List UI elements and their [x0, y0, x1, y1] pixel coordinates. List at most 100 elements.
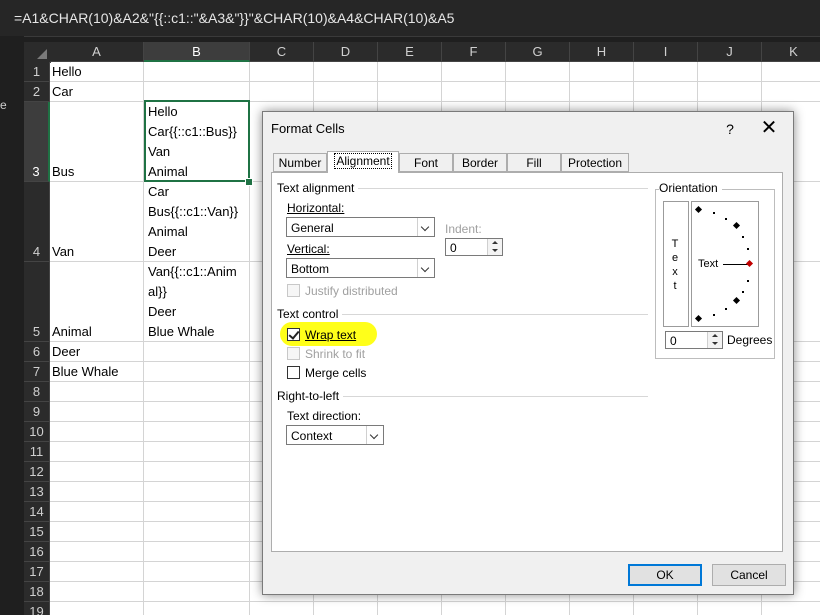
right-to-left-heading: Right-to-left — [277, 389, 344, 403]
row-header-8[interactable]: 8 — [24, 382, 50, 402]
column-header-d[interactable]: D — [314, 42, 378, 62]
dial-dot — [742, 236, 744, 238]
row-header-2[interactable]: 2 — [24, 82, 50, 102]
vertical-text-toggle[interactable]: T e x t — [663, 201, 689, 327]
row-header-1[interactable]: 1 — [24, 62, 50, 82]
wrap-text-label[interactable]: Wrap text — [305, 328, 356, 342]
cell-a7[interactable]: Blue Whale — [52, 362, 118, 382]
active-cell-border — [144, 100, 250, 182]
tab-font[interactable]: Font — [399, 153, 453, 172]
cell-a5[interactable]: Animal — [52, 322, 92, 342]
row-header-14[interactable]: 14 — [24, 502, 50, 522]
degrees-label: Degrees — [727, 333, 773, 347]
cell-b4[interactable]: Car Bus{{::c1::Van}} Animal Deer — [148, 182, 248, 262]
cell-a1[interactable]: Hello — [52, 62, 82, 82]
indent-stepper[interactable]: 0 — [445, 238, 503, 256]
row-header-15[interactable]: 15 — [24, 522, 50, 542]
row-header-17[interactable]: 17 — [24, 562, 50, 582]
cell-b5-line: Blue Whale — [148, 324, 215, 339]
column-header-c[interactable]: C — [250, 42, 314, 62]
text-direction-select[interactable]: Context — [286, 425, 384, 445]
shrink-to-fit-label: Shrink to fit — [305, 347, 366, 361]
cell-b5-line: Deer — [148, 304, 177, 319]
shrink-to-fit-checkbox[interactable] — [287, 347, 300, 360]
column-header-k[interactable]: K — [762, 42, 820, 62]
text-alignment-heading: Text alignment — [277, 181, 359, 195]
column-header-b[interactable]: B — [144, 42, 250, 62]
dialog-title: Format Cells — [271, 121, 345, 136]
row-header-16[interactable]: 16 — [24, 542, 50, 562]
tab-number[interactable]: Number — [273, 153, 327, 172]
chevron-down-icon[interactable] — [417, 218, 434, 236]
dial-text: Text — [698, 258, 719, 270]
horizontal-select[interactable]: General — [286, 217, 435, 237]
degrees-stepper[interactable]: 0 — [665, 331, 723, 349]
dial-dot — [713, 212, 715, 214]
chevron-down-icon[interactable] — [417, 259, 434, 277]
text-direction-label: Text direction: — [287, 409, 362, 423]
row-header-18[interactable]: 18 — [24, 582, 50, 602]
cell-a6[interactable]: Deer — [52, 342, 80, 362]
justify-distributed-checkbox[interactable] — [287, 284, 300, 297]
chevron-down-icon[interactable] — [366, 426, 383, 444]
horizontal-label: Horizontal: — [287, 201, 345, 215]
dial-handle[interactable] — [745, 259, 754, 268]
row-header-5[interactable]: 5 — [24, 262, 50, 342]
spin-down-icon[interactable] — [707, 340, 722, 348]
row-header-19[interactable]: 19 — [24, 602, 50, 615]
fill-handle[interactable] — [245, 178, 253, 186]
cell-a3[interactable]: Bus — [52, 162, 74, 182]
cell-b4-line: Car — [148, 184, 169, 199]
formula-text[interactable]: =A1&CHAR(10)&A2&"{{::c1::"&A3&"}}"&CHAR(… — [14, 10, 454, 26]
column-header-h[interactable]: H — [570, 42, 634, 62]
column-header-f[interactable]: F — [442, 42, 506, 62]
column-header-g[interactable]: G — [506, 42, 570, 62]
row-header-11[interactable]: 11 — [24, 442, 50, 462]
tab-alignment[interactable]: Alignment — [327, 151, 399, 173]
dial-needle — [723, 264, 749, 265]
dial-marker — [732, 221, 741, 230]
close-button[interactable]: ✕ — [756, 118, 782, 140]
text-control-heading: Text control — [277, 307, 343, 321]
column-header-i[interactable]: I — [634, 42, 698, 62]
cell-b5[interactable]: Van{{::c1::Anim al}} Deer Blue Whale — [148, 262, 248, 342]
formula-bar[interactable]: =A1&CHAR(10)&A2&"{{::c1::"&A3&"}}"&CHAR(… — [0, 0, 820, 37]
row-header-12[interactable]: 12 — [24, 462, 50, 482]
text-direction-value: Context — [291, 429, 333, 443]
column-header-e[interactable]: E — [378, 42, 442, 62]
cancel-button[interactable]: Cancel — [712, 564, 786, 586]
cell-a2[interactable]: Car — [52, 82, 73, 102]
row-header-10[interactable]: 10 — [24, 422, 50, 442]
row-header-7[interactable]: 7 — [24, 362, 50, 382]
ok-button[interactable]: OK — [628, 564, 702, 586]
wrap-text-checkbox[interactable] — [287, 328, 300, 341]
tab-fill[interactable]: Fill — [507, 153, 561, 172]
orientation-dial[interactable]: Text — [691, 201, 759, 327]
tab-border[interactable]: Border — [453, 153, 507, 172]
indent-value: 0 — [450, 241, 457, 255]
row-header-9[interactable]: 9 — [24, 402, 50, 422]
row-header-3[interactable]: 3 — [24, 102, 50, 182]
merge-cells-checkbox[interactable] — [287, 366, 300, 379]
vertical-text-char: t — [673, 280, 677, 292]
merge-cells-label[interactable]: Merge cells — [305, 366, 366, 380]
row-header-4[interactable]: 4 — [24, 182, 50, 262]
row-header-13[interactable]: 13 — [24, 482, 50, 502]
select-all-corner[interactable] — [24, 42, 51, 63]
spin-down-icon[interactable] — [487, 247, 502, 255]
left-margin-strip: e — [0, 36, 24, 615]
vertical-text-char: x — [672, 266, 678, 278]
tab-protection[interactable]: Protection — [561, 153, 629, 172]
row-header-6[interactable]: 6 — [24, 342, 50, 362]
dial-dot — [747, 248, 749, 250]
dial-marker — [732, 296, 741, 305]
dial-dot — [713, 314, 715, 316]
column-header-a[interactable]: A — [50, 42, 144, 62]
degrees-value: 0 — [670, 334, 677, 348]
horizontal-value: General — [291, 221, 334, 235]
dial-dot — [725, 308, 727, 310]
cell-a4[interactable]: Van — [52, 242, 74, 262]
column-header-j[interactable]: J — [698, 42, 762, 62]
help-button[interactable]: ? — [718, 118, 742, 140]
vertical-select[interactable]: Bottom — [286, 258, 435, 278]
